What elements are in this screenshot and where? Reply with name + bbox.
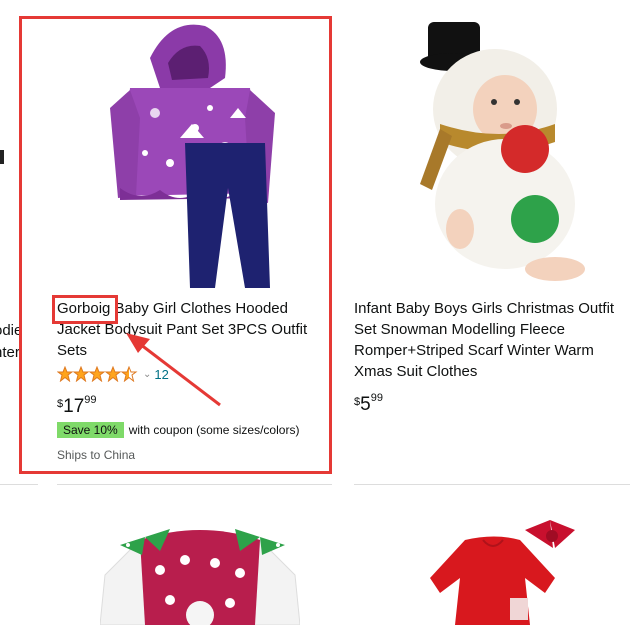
price-symbol: $	[57, 398, 64, 410]
price-fraction-2: 99	[370, 392, 383, 404]
shipping-text: Ships to China	[57, 448, 136, 462]
price-symbol-2: $	[354, 396, 361, 408]
price-fraction: 99	[84, 394, 97, 406]
coupon-row: Save 10% with coupon (some sizes/colors)	[57, 422, 299, 438]
star-rating-icon[interactable]	[57, 366, 141, 382]
save-badge: Save 10%	[57, 422, 124, 438]
product-image-polka-dress[interactable]	[100, 515, 300, 625]
rating-count-link[interactable]: 12	[154, 367, 168, 382]
left-edge-line2[interactable]: nter	[0, 342, 20, 363]
row-divider-mid	[57, 484, 332, 485]
product-title-2[interactable]: Infant Baby Boys Girls Christmas Outfit …	[354, 298, 629, 382]
product-price[interactable]: $1799	[57, 394, 97, 418]
price-whole-2: 5	[360, 394, 371, 415]
left-edge-image-fragment	[0, 150, 4, 164]
row-divider-right	[354, 484, 630, 485]
row-divider-left	[0, 484, 38, 485]
coupon-text: with coupon (some sizes/colors)	[128, 423, 300, 437]
product-image-red-dress[interactable]	[395, 518, 585, 625]
product-price-2[interactable]: $599	[354, 392, 383, 416]
product-title-link-2[interactable]: Infant Baby Boys Girls Christmas Outfit …	[354, 300, 614, 380]
price-whole: 17	[63, 396, 85, 417]
product-image-snowman[interactable]	[400, 14, 585, 289]
chevron-down-icon[interactable]: ⌄	[143, 369, 151, 380]
brand-highlight-box	[52, 295, 118, 324]
rating-row[interactable]: ⌄ 12	[57, 366, 169, 382]
product-image-outfit[interactable]	[100, 18, 280, 293]
